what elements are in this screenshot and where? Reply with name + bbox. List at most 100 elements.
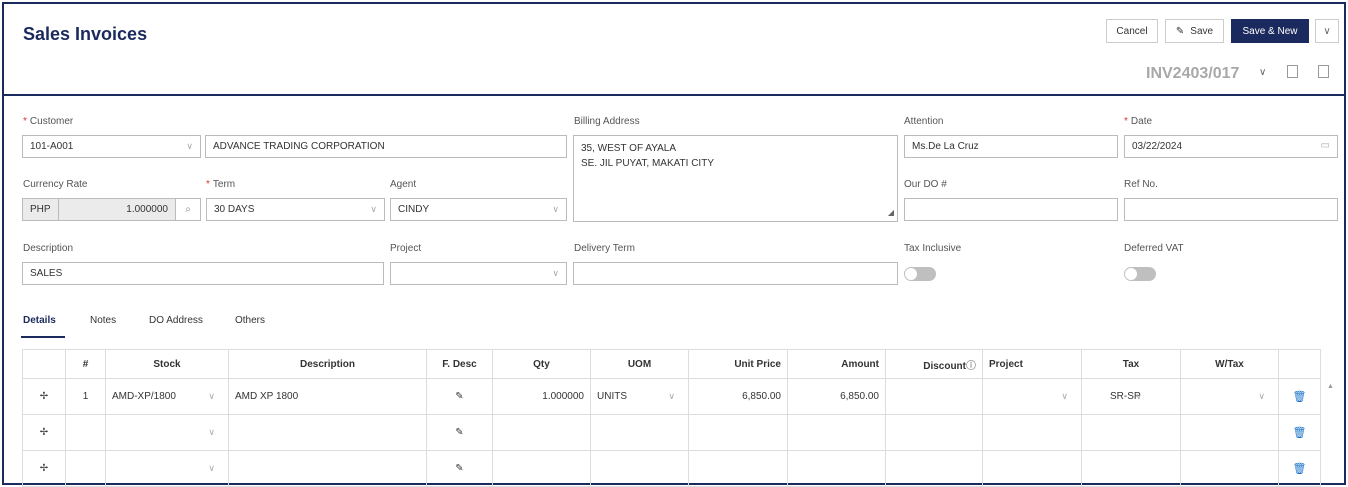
unit-price-cell[interactable] [688, 414, 788, 451]
project-select[interactable]: ∨ [390, 262, 567, 285]
tax-cell[interactable]: SR-SP ∨ [1081, 378, 1181, 415]
resize-handle-icon[interactable]: ◢ [888, 205, 894, 220]
pencil-icon[interactable]: ✎ [426, 414, 493, 451]
attention-field[interactable]: Ms.De La Cruz [904, 135, 1118, 158]
uom-cell[interactable] [590, 450, 689, 487]
drag-handle-icon[interactable]: ✢ [22, 450, 66, 487]
uom-cell[interactable]: UNITS ∨ [590, 378, 689, 415]
chevron-down-icon: ∨ [208, 391, 215, 401]
description-field[interactable]: SALES [22, 262, 384, 285]
save-button[interactable]: ✎ Save [1165, 19, 1224, 43]
more-actions-button[interactable]: ∨ [1315, 19, 1339, 43]
our-do-field[interactable] [904, 198, 1118, 221]
col-stock-header: Stock [105, 349, 229, 379]
chevron-down-icon: ∨ [552, 268, 559, 278]
tax-cell[interactable] [1081, 450, 1181, 487]
term-label: * Term [206, 179, 236, 190]
stock-cell[interactable]: AMD-XP/1800 ∨ [105, 378, 229, 415]
uom-value: UNITS [597, 391, 627, 402]
chevron-down-icon: ∨ [1135, 391, 1142, 401]
active-tab-underline [21, 336, 65, 338]
date-field[interactable]: 03/22/2024 ▭ [1124, 135, 1338, 158]
trash-icon[interactable]: 🗑 [1278, 450, 1321, 487]
unit-price-cell[interactable] [688, 450, 788, 487]
project-cell[interactable]: ∨ [982, 378, 1082, 415]
stock-cell[interactable]: ∨ [105, 414, 229, 451]
delivery-term-field[interactable] [573, 262, 898, 285]
save-and-new-button[interactable]: Save & New [1231, 19, 1309, 43]
deferred-vat-label: Deferred VAT [1124, 243, 1184, 254]
ref-no-field[interactable] [1124, 198, 1338, 221]
description-cell[interactable] [228, 414, 427, 451]
wtax-cell[interactable] [1180, 414, 1279, 451]
col-description-header: Description [228, 349, 427, 379]
col-project-header: Project [982, 349, 1082, 379]
chevron-down-icon: ∨ [668, 391, 675, 401]
table-row: ✢ ∨ ✎ 🗑 [22, 450, 1321, 487]
tab-notes[interactable]: Notes [90, 315, 116, 326]
trash-icon[interactable]: 🗑 [1278, 378, 1321, 415]
table-row: ✢ ∨ ✎ 🗑 [22, 414, 1321, 451]
search-icon[interactable]: ⌕ [175, 198, 201, 221]
billing-address-label: Billing Address [574, 116, 640, 127]
details-table: # Stock Description F. Desc Qty UOM Unit… [22, 349, 1321, 487]
drag-handle-icon[interactable]: ✢ [22, 414, 66, 451]
document-icon[interactable] [1318, 65, 1329, 78]
trash-icon[interactable]: 🗑 [1278, 414, 1321, 451]
customer-code-value: 101-A001 [30, 141, 74, 152]
doc-number-dropdown-icon[interactable]: ∨ [1259, 67, 1266, 78]
unit-price-cell[interactable]: 6,850.00 [688, 378, 788, 415]
pencil-icon[interactable]: ✎ [426, 378, 493, 415]
tab-others[interactable]: Others [235, 315, 265, 326]
description-cell[interactable]: AMD XP 1800 [228, 378, 427, 415]
agent-value: CINDY [398, 204, 430, 215]
description-cell[interactable] [228, 450, 427, 487]
deferred-vat-toggle[interactable] [1124, 267, 1156, 281]
qty-cell[interactable]: 1.000000 [492, 378, 591, 415]
document-number: INV2403/017 [1146, 65, 1240, 82]
tax-inclusive-toggle[interactable] [904, 267, 936, 281]
header-divider [4, 94, 1344, 96]
col-tax-header: Tax [1081, 349, 1181, 379]
currency-code-field: PHP [22, 198, 59, 221]
project-cell[interactable] [982, 414, 1082, 451]
billing-address-textarea[interactable]: 35, WEST OF AYALA SE. JIL PUYAT, MAKATI … [573, 135, 898, 222]
discount-cell[interactable] [885, 450, 983, 487]
project-cell[interactable] [982, 450, 1082, 487]
tax-inclusive-label: Tax Inclusive [904, 243, 962, 254]
scroll-up-icon[interactable]: ▲ [1327, 383, 1334, 390]
wtax-cell[interactable]: ∨ [1180, 378, 1279, 415]
col-fdesc-header: F. Desc [426, 349, 493, 379]
qty-cell[interactable] [492, 450, 591, 487]
tab-details[interactable]: Details [23, 315, 56, 326]
uom-cell[interactable] [590, 414, 689, 451]
project-label: Project [390, 243, 422, 254]
chevron-down-icon: ∨ [208, 427, 215, 437]
preview-document-icon[interactable] [1287, 65, 1298, 78]
term-select[interactable]: 30 DAYS ∨ [206, 198, 385, 221]
tab-do-address[interactable]: DO Address [149, 315, 203, 326]
col-qty-header: Qty [492, 349, 591, 379]
customer-name-field[interactable]: ADVANCE TRADING CORPORATION [205, 135, 567, 158]
amount-cell [787, 414, 886, 451]
discount-cell[interactable] [885, 378, 983, 415]
drag-handle-icon[interactable]: ✢ [22, 378, 66, 415]
agent-select[interactable]: CINDY ∨ [390, 198, 567, 221]
cancel-button[interactable]: Cancel [1106, 19, 1158, 43]
currency-rate-label: Currency Rate [23, 179, 88, 190]
customer-code-select[interactable]: 101-A001 ∨ [22, 135, 201, 158]
wtax-cell[interactable] [1180, 450, 1279, 487]
stock-value: AMD-XP/1800 [112, 391, 176, 402]
attention-label: Attention [904, 116, 944, 127]
stock-cell[interactable]: ∨ [105, 450, 229, 487]
calendar-icon[interactable]: ▭ [1321, 140, 1330, 151]
col-discount-header: Discountⓘ [885, 349, 983, 379]
qty-cell[interactable] [492, 414, 591, 451]
help-icon[interactable]: ⓘ [966, 361, 976, 372]
discount-header-label: Discount [923, 360, 966, 372]
tax-cell[interactable] [1081, 414, 1181, 451]
currency-rate-field[interactable]: 1.000000 [58, 198, 176, 221]
col-unit-price-header: Unit Price [688, 349, 788, 379]
discount-cell[interactable] [885, 414, 983, 451]
pencil-icon[interactable]: ✎ [426, 450, 493, 487]
